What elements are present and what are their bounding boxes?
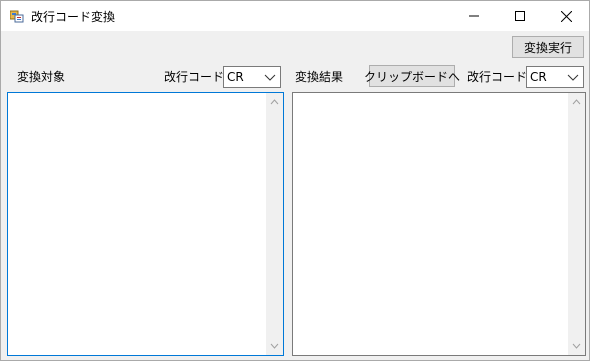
main-window: 改行コード変換 変換実行 変換対象 改行コード CR 変換結果 クリップボードへ… <box>0 0 590 361</box>
source-code-value: CR <box>227 70 244 84</box>
source-textarea[interactable] <box>7 92 284 356</box>
scroll-down-icon[interactable] <box>270 342 279 350</box>
close-button[interactable] <box>543 1 589 31</box>
maximize-icon <box>515 11 525 21</box>
window-title: 改行コード変換 <box>31 10 116 24</box>
result-textarea[interactable] <box>292 92 586 356</box>
result-label: 変換結果 <box>295 70 344 84</box>
minimize-icon <box>469 15 479 17</box>
execute-button[interactable]: 変換実行 <box>512 36 584 58</box>
chevron-down-icon <box>264 74 276 81</box>
result-code-label: 改行コード <box>467 70 528 84</box>
title-bar: 改行コード変換 <box>1 1 589 31</box>
source-scrollbar[interactable] <box>266 93 283 355</box>
app-icon <box>10 10 24 23</box>
minimize-button[interactable] <box>451 1 497 31</box>
source-code-label: 改行コード <box>164 70 225 84</box>
result-code-select[interactable]: CR <box>526 66 584 88</box>
copy-to-clipboard-button[interactable]: クリップボードへ <box>364 65 460 87</box>
close-icon <box>560 10 572 22</box>
result-scrollbar[interactable] <box>568 93 585 355</box>
chevron-down-icon <box>567 74 579 81</box>
scroll-up-icon[interactable] <box>270 98 279 106</box>
result-code-value: CR <box>530 70 547 84</box>
source-label: 変換対象 <box>17 70 66 84</box>
scroll-down-icon[interactable] <box>572 342 581 350</box>
maximize-button[interactable] <box>497 1 543 31</box>
scroll-up-icon[interactable] <box>572 98 581 106</box>
source-code-select[interactable]: CR <box>223 66 281 88</box>
